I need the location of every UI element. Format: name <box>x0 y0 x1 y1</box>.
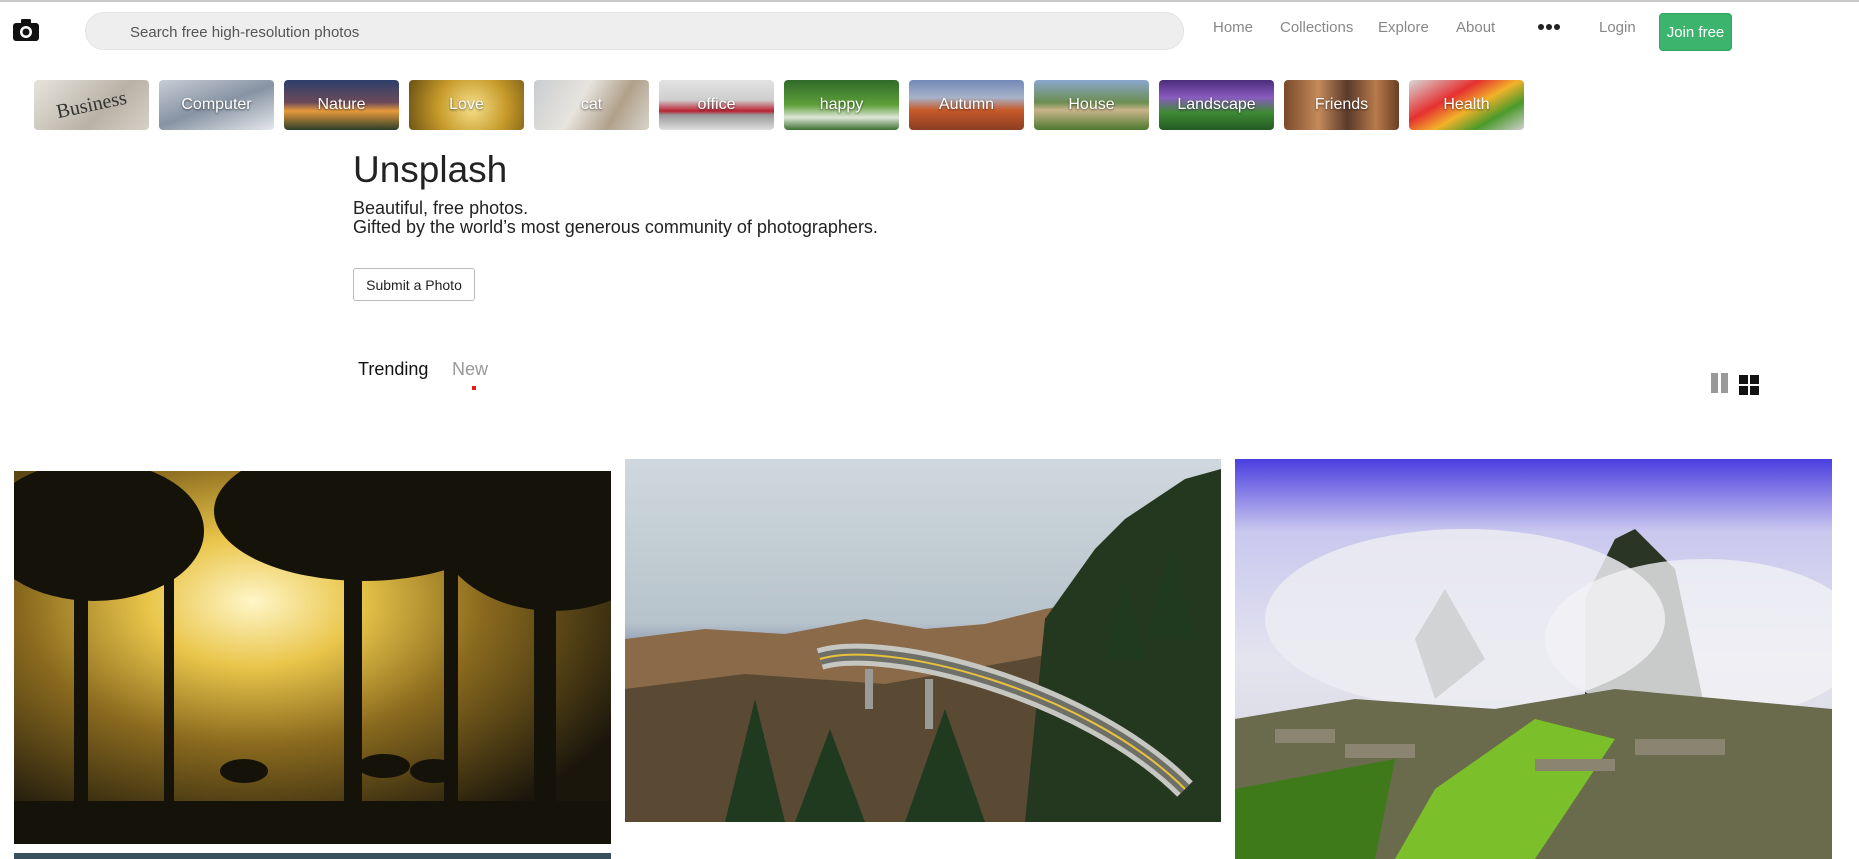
tab-trending[interactable]: Trending <box>358 359 428 380</box>
more-dots-icon[interactable] <box>1538 24 1560 34</box>
camera-icon[interactable] <box>12 18 40 42</box>
category-autumn[interactable]: Autumn <box>909 80 1024 130</box>
category-label: Computer <box>181 96 252 113</box>
login-link[interactable]: Login <box>1599 19 1636 36</box>
nav-link-explore[interactable]: Explore <box>1378 19 1429 36</box>
photo-image <box>625 459 1221 822</box>
search-bar <box>85 12 1184 51</box>
photo-image <box>14 471 611 844</box>
category-office[interactable]: office <box>659 80 774 130</box>
category-label: happy <box>819 96 864 113</box>
nav-link-collections[interactable]: Collections <box>1280 19 1353 36</box>
category-label: House <box>1068 96 1115 113</box>
category-happy[interactable]: happy <box>784 80 899 130</box>
single-column-layout-icon[interactable] <box>1711 373 1729 393</box>
category-health[interactable]: Health <box>1409 80 1524 130</box>
layout-toggle <box>1711 373 1761 395</box>
submit-photo-button[interactable]: Submit a Photo <box>353 268 475 301</box>
category-label: Nature <box>317 96 366 113</box>
category-label: Love <box>449 96 484 113</box>
photo-card[interactable] <box>1235 459 1832 859</box>
category-love[interactable]: Love <box>409 80 524 130</box>
category-label: office <box>697 96 736 113</box>
category-cat[interactable]: cat <box>534 80 649 130</box>
category-nature[interactable]: Nature <box>284 80 399 130</box>
category-label: Friends <box>1314 96 1369 113</box>
hero-description: Gifted by the world’s most generous comm… <box>353 217 878 237</box>
join-free-button[interactable]: Join free <box>1659 13 1732 51</box>
category-label: Business <box>54 86 129 124</box>
category-house[interactable]: House <box>1034 80 1149 130</box>
search-input[interactable] <box>128 13 1162 51</box>
photo-image <box>1235 459 1832 859</box>
category-label: Landscape <box>1177 96 1256 113</box>
category-label: Autumn <box>938 96 995 113</box>
photo-card[interactable] <box>14 853 611 859</box>
category-computer[interactable]: Computer <box>159 80 274 130</box>
category-label: Health <box>1443 96 1490 113</box>
grid-layout-icon[interactable] <box>1739 375 1759 395</box>
category-friends[interactable]: Friends <box>1284 80 1399 130</box>
hero-tagline: Beautiful, free photos. <box>353 198 529 218</box>
nav-link-home[interactable]: Home <box>1213 19 1253 36</box>
page-title: Unsplash <box>353 149 508 190</box>
category-label: cat <box>580 96 603 113</box>
top-navbar: Home Collections Explore About Login Joi… <box>0 2 1859 58</box>
category-landscape[interactable]: Landscape <box>1159 80 1274 130</box>
photo-card[interactable] <box>625 459 1221 822</box>
category-business[interactable]: Business <box>34 80 149 130</box>
photo-card[interactable] <box>14 471 611 844</box>
tab-new[interactable]: New <box>452 359 488 380</box>
nav-link-about[interactable]: About <box>1456 19 1495 36</box>
active-tab-indicator <box>472 386 476 390</box>
